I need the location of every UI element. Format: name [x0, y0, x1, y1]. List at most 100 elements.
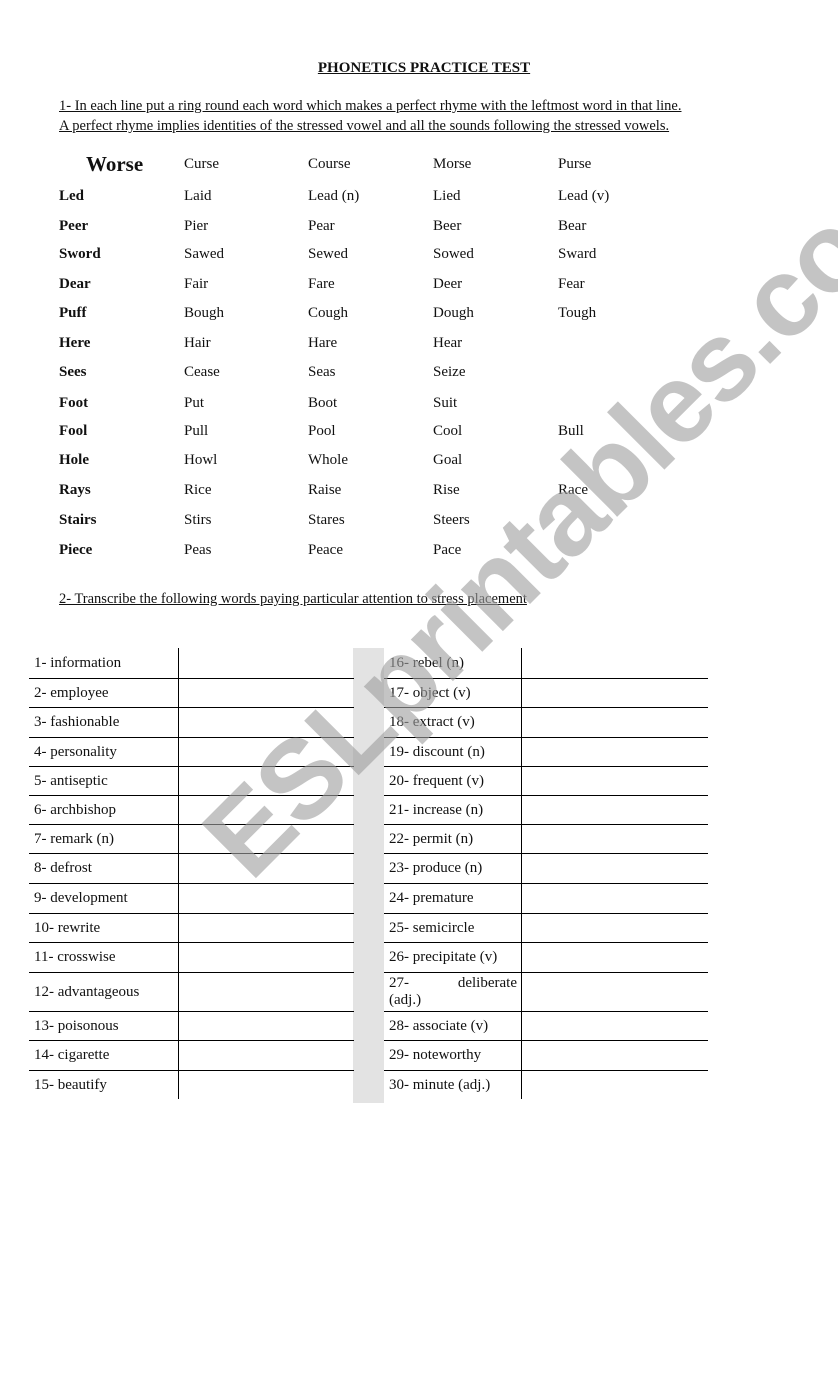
- transcription-answer-cell[interactable]: [521, 796, 522, 824]
- rhyme-option[interactable]: Hear: [433, 335, 462, 352]
- rhyme-option[interactable]: Put: [184, 395, 204, 412]
- rhyme-option[interactable]: Dough: [433, 305, 474, 322]
- rhyme-row: Led Laid Lead (n) Lied Lead (v): [0, 188, 838, 212]
- transcription-answer-cell[interactable]: [521, 884, 522, 913]
- transcription-answer-cell[interactable]: [521, 738, 522, 766]
- word-label: 30- minute (adj.): [389, 1076, 491, 1093]
- transcription-answer-cell[interactable]: [178, 914, 179, 942]
- rhyme-option[interactable]: Stirs: [184, 512, 212, 529]
- rhyme-option[interactable]: Cool: [433, 423, 462, 440]
- transcription-answer-cell[interactable]: [521, 914, 522, 942]
- transcription-answer-cell[interactable]: [521, 648, 522, 678]
- table-row: 2- employee: [29, 679, 354, 708]
- rhyme-option[interactable]: Rice: [184, 482, 212, 499]
- table-row: 30- minute (adj.): [384, 1071, 708, 1099]
- rhyme-option[interactable]: Pear: [308, 218, 335, 235]
- rhyme-option[interactable]: Steers: [433, 512, 470, 529]
- table-row: 22- permit (n): [384, 825, 708, 854]
- rhyme-option[interactable]: Howl: [184, 452, 217, 469]
- rhyme-option[interactable]: Stares: [308, 512, 345, 529]
- rhyme-option[interactable]: Morse: [433, 156, 471, 173]
- word-label: 19- discount (n): [389, 743, 485, 760]
- rhyme-option[interactable]: Boot: [308, 395, 337, 412]
- rhyme-option[interactable]: Rise: [433, 482, 460, 499]
- rhyme-row: Fool Pull Pool Cool Bull: [0, 423, 838, 447]
- rhyme-option[interactable]: Purse: [558, 156, 591, 173]
- transcription-answer-cell[interactable]: [178, 796, 179, 824]
- transcription-answer-cell[interactable]: [521, 825, 522, 853]
- transcription-answer-cell[interactable]: [178, 943, 179, 972]
- transcription-answer-cell[interactable]: [178, 767, 179, 795]
- rhyme-option[interactable]: Beer: [433, 218, 461, 235]
- rhyme-option[interactable]: Sward: [558, 246, 596, 263]
- table-row: 29- noteworthy: [384, 1041, 708, 1071]
- rhyme-option[interactable]: Cease: [184, 364, 220, 381]
- rhyme-option[interactable]: Bear: [558, 218, 586, 235]
- rhyme-option[interactable]: Tough: [558, 305, 596, 322]
- rhyme-option[interactable]: Bough: [184, 305, 224, 322]
- word-label: 4- personality: [34, 743, 117, 760]
- rhyme-option[interactable]: Pull: [184, 423, 208, 440]
- rhyme-option[interactable]: Pool: [308, 423, 336, 440]
- rhyme-option[interactable]: Seas: [308, 364, 336, 381]
- rhyme-option[interactable]: Laid: [184, 188, 212, 205]
- word-label: 14- cigarette: [34, 1047, 110, 1063]
- rhyme-option[interactable]: Hair: [184, 335, 211, 352]
- rhyme-option[interactable]: Bull: [558, 423, 584, 440]
- rhyme-option[interactable]: Raise: [308, 482, 341, 499]
- transcription-answer-cell[interactable]: [521, 973, 522, 1011]
- rhyme-option[interactable]: Lead (n): [308, 188, 359, 205]
- word-label: 27- deliberate (adj.): [389, 973, 517, 1011]
- word-label: 16- rebel (n): [389, 654, 464, 671]
- rhyme-option[interactable]: Goal: [433, 452, 462, 469]
- rhyme-option[interactable]: Sawed: [184, 246, 224, 263]
- rhyme-key-word: Rays: [59, 482, 91, 498]
- transcription-answer-cell[interactable]: [521, 708, 522, 737]
- transcription-answer-cell[interactable]: [178, 679, 179, 707]
- table-row: 9- development: [29, 884, 354, 914]
- transcription-answer-cell[interactable]: [178, 738, 179, 766]
- rhyme-option[interactable]: Sowed: [433, 246, 474, 263]
- transcription-answer-cell[interactable]: [178, 1041, 179, 1070]
- rhyme-option[interactable]: Lead (v): [558, 188, 609, 205]
- rhyme-option[interactable]: Fair: [184, 276, 208, 293]
- rhyme-option[interactable]: Peas: [184, 542, 212, 559]
- rhyme-option[interactable]: Seize: [433, 364, 465, 381]
- transcription-answer-cell[interactable]: [178, 884, 179, 913]
- rhyme-option[interactable]: Sewed: [308, 246, 348, 263]
- transcription-answer-cell[interactable]: [178, 648, 179, 678]
- rhyme-option[interactable]: Deer: [433, 276, 462, 293]
- transcription-answer-cell[interactable]: [521, 943, 522, 972]
- transcription-answer-cell[interactable]: [178, 825, 179, 853]
- rhyme-option[interactable]: Curse: [184, 156, 219, 173]
- table-row: 5- antiseptic: [29, 767, 354, 796]
- transcription-answer-cell[interactable]: [178, 1012, 179, 1040]
- rhyme-option[interactable]: Whole: [308, 452, 348, 469]
- rhyme-option[interactable]: Fear: [558, 276, 585, 293]
- rhyme-option[interactable]: Course: [308, 156, 351, 173]
- transcription-answer-cell[interactable]: [178, 973, 179, 1011]
- transcription-answer-cell[interactable]: [178, 1071, 179, 1099]
- rhyme-option[interactable]: Race: [558, 482, 588, 499]
- transcription-answer-cell[interactable]: [521, 854, 522, 883]
- transcription-answer-cell[interactable]: [521, 679, 522, 707]
- rhyme-option[interactable]: Fare: [308, 276, 335, 293]
- transcription-answer-cell[interactable]: [521, 1012, 522, 1040]
- transcription-answer-cell[interactable]: [178, 708, 179, 737]
- table-row: 4- personality: [29, 738, 354, 767]
- rhyme-option[interactable]: Cough: [308, 305, 348, 322]
- rhyme-option[interactable]: Pier: [184, 218, 208, 235]
- transcription-answer-cell[interactable]: [521, 767, 522, 795]
- transcription-answer-cell[interactable]: [178, 854, 179, 883]
- rhyme-option[interactable]: Pace: [433, 542, 461, 559]
- transcription-answer-cell[interactable]: [521, 1071, 522, 1099]
- table-row: 26- precipitate (v): [384, 943, 708, 973]
- rhyme-option[interactable]: Suit: [433, 395, 457, 412]
- rhyme-option[interactable]: Hare: [308, 335, 337, 352]
- rhyme-option[interactable]: Lied: [433, 188, 461, 205]
- rhyme-option[interactable]: Peace: [308, 542, 343, 559]
- rhyme-key-word: Piece: [59, 542, 93, 558]
- section1-instruction-line2: A perfect rhyme implies identities of th…: [59, 118, 670, 134]
- rhyme-row: Piece Peas Peace Pace: [0, 542, 838, 566]
- transcription-answer-cell[interactable]: [521, 1041, 522, 1070]
